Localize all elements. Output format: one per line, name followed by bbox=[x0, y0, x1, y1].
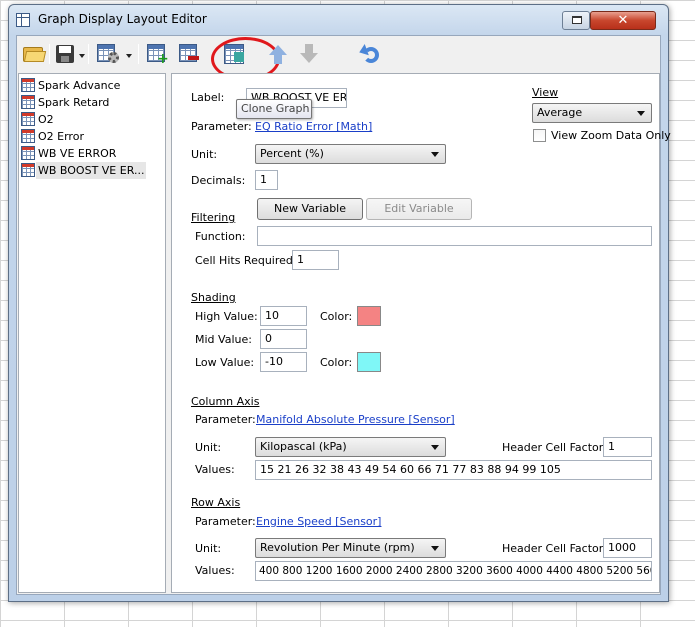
cell-hits-caption: Cell Hits Required: bbox=[195, 254, 297, 267]
function-input[interactable] bbox=[257, 226, 652, 246]
remove-graph-button[interactable] bbox=[179, 43, 201, 65]
column-values-input[interactable]: 15 21 26 32 38 43 49 54 60 66 71 77 83 8… bbox=[255, 460, 652, 480]
toolbar-separator bbox=[88, 44, 89, 64]
open-folder-icon[interactable] bbox=[22, 43, 47, 65]
decimals-input[interactable]: 1 bbox=[255, 170, 278, 190]
graph-icon bbox=[21, 78, 35, 92]
arrow-up-icon bbox=[269, 45, 287, 55]
graph-icon bbox=[21, 129, 35, 143]
gear-icon bbox=[108, 52, 119, 63]
clone-graph-tooltip: Clone Graph bbox=[236, 99, 312, 119]
row-factor-caption: Header Cell Factor: bbox=[502, 542, 607, 555]
view-zoom-checkbox[interactable] bbox=[533, 129, 546, 142]
row-parameter-link[interactable]: Engine Speed [Sensor] bbox=[256, 515, 381, 528]
arrow-down-icon bbox=[305, 44, 313, 53]
graph-icon bbox=[21, 163, 35, 177]
save-icon[interactable] bbox=[55, 43, 75, 65]
high-value-input[interactable]: 10 bbox=[260, 306, 307, 326]
client-area: + Spark Advance Spark Retard O2 O2 Error… bbox=[16, 35, 671, 595]
filtering-section-title: Filtering bbox=[191, 211, 236, 224]
toolbar-separator bbox=[49, 44, 50, 64]
column-axis-section-title: Column Axis bbox=[191, 395, 260, 408]
high-color-swatch[interactable] bbox=[357, 306, 381, 326]
column-unit-caption: Unit: bbox=[195, 441, 222, 454]
unit-select[interactable]: Percent (%) bbox=[255, 144, 446, 164]
graph-icon bbox=[21, 95, 35, 109]
new-variable-button[interactable]: New Variable bbox=[257, 198, 363, 220]
row-values-caption: Values: bbox=[195, 564, 235, 577]
high-color-caption: Color: bbox=[320, 310, 353, 323]
column-unit-value: Kilopascal (kPa) bbox=[260, 440, 347, 453]
title-bar[interactable]: Graph Display Layout Editor ✕ bbox=[9, 5, 668, 35]
view-select-value: Average bbox=[537, 106, 583, 119]
graph-layout-editor-window: Graph Display Layout Editor ✕ + Spark Ad… bbox=[8, 4, 671, 602]
restore-button[interactable] bbox=[562, 11, 590, 30]
minus-icon bbox=[188, 56, 199, 60]
row-unit-caption: Unit: bbox=[195, 542, 222, 555]
chevron-down-icon bbox=[431, 546, 439, 551]
function-caption: Function: bbox=[195, 230, 246, 243]
list-item[interactable]: Spark Advance bbox=[21, 77, 161, 94]
list-item[interactable]: WB VE ERROR bbox=[21, 145, 161, 162]
column-factor-caption: Header Cell Factor: bbox=[502, 441, 607, 454]
row-unit-value: Revolution Per Minute (rpm) bbox=[260, 541, 415, 554]
edit-variable-button[interactable]: Edit Variable bbox=[366, 198, 472, 220]
graph-settings-panel: Label: WB BOOST VE ERF Parameter: EQ Rat… bbox=[171, 73, 671, 593]
graph-icon bbox=[21, 146, 35, 160]
decimals-caption: Decimals: bbox=[191, 174, 246, 187]
toolbar-separator bbox=[138, 44, 139, 64]
row-values-input[interactable]: 400 800 1200 1600 2000 2400 2800 3200 36… bbox=[255, 561, 652, 581]
list-item-selected[interactable]: WB BOOST VE ER... bbox=[21, 162, 161, 179]
low-color-caption: Color: bbox=[320, 356, 353, 369]
row-parameter-caption: Parameter: bbox=[195, 515, 256, 528]
graph-icon bbox=[21, 112, 35, 126]
row-factor-input[interactable]: 1000 bbox=[603, 538, 652, 558]
mid-value-caption: Mid Value: bbox=[195, 333, 252, 346]
row-axis-section-title: Row Axis bbox=[191, 496, 241, 509]
unit-caption: Unit: bbox=[191, 148, 218, 161]
low-value-caption: Low Value: bbox=[195, 356, 255, 369]
view-zoom-label: View Zoom Data Only bbox=[551, 129, 671, 142]
undo-button[interactable] bbox=[357, 43, 381, 65]
view-section-title: View bbox=[532, 86, 559, 99]
column-unit-select[interactable]: Kilopascal (kPa) bbox=[255, 437, 446, 457]
move-down-button[interactable] bbox=[299, 43, 319, 65]
window-title: Graph Display Layout Editor bbox=[38, 12, 207, 26]
column-factor-input[interactable]: 1 bbox=[603, 437, 652, 457]
column-parameter-link[interactable]: Manifold Absolute Pressure [Sensor] bbox=[256, 413, 455, 426]
close-button[interactable]: ✕ bbox=[590, 11, 656, 30]
graph-list[interactable]: Spark Advance Spark Retard O2 O2 Error W… bbox=[18, 73, 166, 593]
chevron-down-icon bbox=[431, 445, 439, 450]
chevron-down-icon bbox=[637, 111, 645, 116]
list-item[interactable]: O2 bbox=[21, 111, 161, 128]
label-caption: Label: bbox=[191, 91, 225, 104]
cell-hits-input[interactable]: 1 bbox=[292, 250, 339, 270]
unit-select-value: Percent (%) bbox=[260, 147, 324, 160]
mid-value-input[interactable]: 0 bbox=[260, 329, 307, 349]
chevron-down-icon bbox=[431, 152, 439, 157]
restore-icon bbox=[572, 16, 582, 24]
column-values-caption: Values: bbox=[195, 463, 235, 476]
move-up-button[interactable] bbox=[268, 43, 288, 65]
parameter-link[interactable]: EQ Ratio Error [Math] bbox=[255, 120, 372, 133]
shading-section-title: Shading bbox=[191, 291, 236, 304]
add-graph-button[interactable]: + bbox=[147, 43, 169, 67]
low-value-input[interactable]: -10 bbox=[260, 352, 307, 372]
app-icon bbox=[16, 13, 30, 27]
list-item[interactable]: Spark Retard bbox=[21, 94, 161, 111]
column-parameter-caption: Parameter: bbox=[195, 413, 256, 426]
graph-settings-button[interactable] bbox=[97, 43, 132, 65]
list-item[interactable]: O2 Error bbox=[21, 128, 161, 145]
chevron-down-icon bbox=[126, 54, 132, 58]
low-color-swatch[interactable] bbox=[357, 352, 381, 372]
row-unit-select[interactable]: Revolution Per Minute (rpm) bbox=[255, 538, 446, 558]
save-dropdown-chevron-icon[interactable] bbox=[79, 54, 85, 58]
high-value-caption: High Value: bbox=[195, 310, 258, 323]
view-select[interactable]: Average bbox=[532, 103, 652, 123]
toolbar: + bbox=[17, 36, 660, 81]
plus-icon: + bbox=[157, 51, 169, 67]
parameter-caption: Parameter: bbox=[191, 120, 252, 133]
